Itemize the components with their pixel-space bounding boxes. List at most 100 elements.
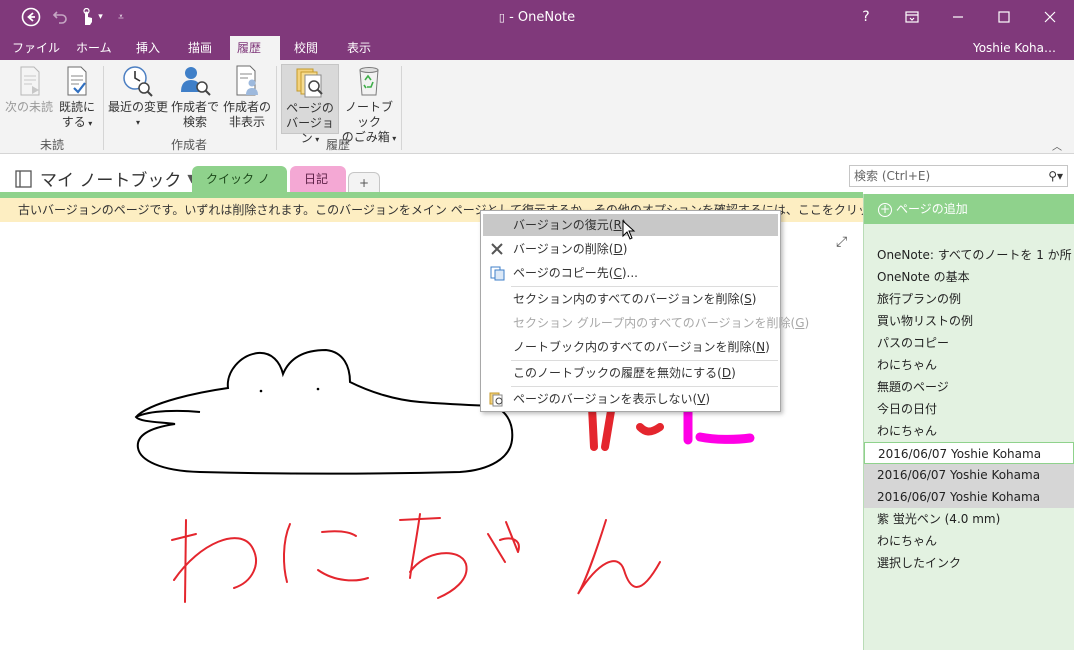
menu-delete-notebook-key: N <box>756 340 766 354</box>
notebook-bar: マイ ノートブック ▼ クイック ノート 日記 + 検索 (Ctrl+E) ⚲▾ <box>0 154 1074 212</box>
page-versions-label-1: ページの <box>286 101 334 115</box>
minimize-button[interactable] <box>935 4 981 30</box>
page-list-item[interactable]: 買い物リストの例 <box>864 310 1074 332</box>
hide-authors-button[interactable]: 作成者の 非表示 <box>222 64 272 134</box>
hide-author-label-1: 作成者の <box>222 100 271 114</box>
notebook-recycle-bin-button[interactable]: ノートブック のごみ箱 ▾ <box>341 64 397 144</box>
menu-delete-key: D <box>613 242 623 256</box>
page-list-item[interactable]: 紫 蛍光ペン (4.0 mm) <box>864 508 1074 530</box>
menu-delete-notebook-label: ノートブック内のすべてのバージョンを削除( <box>513 340 757 354</box>
title-bar: ▾ ⩡ ▯ - OneNote ? <box>0 0 1074 36</box>
page-list-item[interactable]: 旅行プランの例 <box>864 288 1074 310</box>
add-section-button[interactable]: + <box>348 172 380 194</box>
page-versions-button[interactable]: ページの バージョン ▾ <box>281 64 339 145</box>
menu-delete-version[interactable]: バージョンの削除(D) <box>483 238 778 260</box>
tab-file[interactable]: ファイル <box>2 36 70 60</box>
menu-delete-all-section-group: セクション グループ内のすべてのバージョンを削除(G) <box>513 316 810 330</box>
page-list-item[interactable]: 選択したインク <box>864 552 1074 574</box>
group-unread-label: 未読 <box>39 138 64 152</box>
menu-delete-group-label: セクション グループ内のすべてのバージョンを削除( <box>513 316 796 330</box>
mark-read-label-2: する <box>61 115 86 129</box>
notebook-icon <box>15 169 32 188</box>
tab-view[interactable]: 表示 <box>337 36 381 60</box>
section-tab-quick-notes[interactable]: クイック ノート <box>192 166 287 212</box>
next-unread-icon <box>12 64 46 98</box>
notebook-picker[interactable]: マイ ノートブック ▼ <box>14 166 196 191</box>
menu-delete-label: バージョンの削除( <box>513 242 614 256</box>
person-search-icon <box>178 64 212 98</box>
recycle-bin-icon <box>352 64 386 98</box>
page-version-item[interactable]: 2016/06/07 Yoshie Kohama <box>864 486 1074 508</box>
menu-separator <box>511 386 778 387</box>
page-list-item[interactable]: OneNote の基本 <box>864 266 1074 288</box>
recent-changes-button[interactable]: 最近の変更 ▾ <box>108 64 168 134</box>
menu-disable-history-label: このノートブックの履歴を無効にする( <box>513 366 722 380</box>
page-list-item[interactable]: わにちゃん <box>864 420 1074 442</box>
recycle-label-1: ノートブック <box>344 100 393 129</box>
tab-history[interactable]: 履歴 <box>230 36 280 60</box>
find-author-label-1: 作成者で <box>170 100 219 114</box>
chevron-down-icon: ▾ <box>85 119 93 128</box>
tab-home[interactable]: ホーム <box>66 36 122 60</box>
mark-as-read-button[interactable]: 既読に する ▾ <box>56 64 98 134</box>
menu-disable-history[interactable]: このノートブックの履歴を無効にする(D) <box>483 362 778 384</box>
page-list-item[interactable]: 無題のページ <box>864 376 1074 398</box>
menu-delete-all-section[interactable]: セクション内のすべてのバージョンを削除(S) <box>483 288 778 310</box>
window-title-text: - OneNote <box>509 10 576 25</box>
page-version-item[interactable]: 2016/06/07 Yoshie Kohama <box>864 464 1074 486</box>
close-button[interactable] <box>1027 4 1073 30</box>
mark-read-label-1: 既読に <box>58 100 95 114</box>
delete-x-icon <box>491 243 503 255</box>
menu-copy-label: ページのコピー先( <box>513 266 614 280</box>
menu-delete-section-label: セクション内のすべてのバージョンを削除( <box>513 292 745 306</box>
find-by-author-button[interactable]: 作成者で 検索 <box>170 64 220 134</box>
ribbon-display-icon <box>905 11 919 23</box>
menu-delete-group-key: G <box>795 316 805 330</box>
page-versions-icon <box>489 392 503 407</box>
mouse-cursor-icon <box>622 220 636 240</box>
collapse-ribbon-button[interactable]: ︿ <box>1052 138 1062 153</box>
add-page-button[interactable]: + ページの追加 <box>864 194 1074 224</box>
page-versions-icon <box>293 65 327 99</box>
page-list-item[interactable]: わにちゃん <box>864 530 1074 552</box>
user-name[interactable]: Yoshie Koha… <box>973 36 1056 60</box>
ribbon-tab-bar: ファイル ホーム 挿入 描画 履歴 校閲 表示 Yoshie Koha… <box>0 36 1074 60</box>
page-list-item[interactable]: パスのコピー <box>864 332 1074 354</box>
ribbon-display-button[interactable] <box>889 4 935 30</box>
group-separator <box>276 66 277 150</box>
section-tab-diary[interactable]: 日記 <box>290 166 346 194</box>
menu-copy-page-to[interactable]: ページのコピー先(C)... <box>483 262 778 284</box>
search-input[interactable]: 検索 (Ctrl+E) <box>854 169 930 183</box>
menu-restore-key: R <box>613 218 622 232</box>
tab-draw[interactable]: 描画 <box>178 36 222 60</box>
hide-authors-icon <box>230 64 264 98</box>
version-context-menu: バージョンの復元(R) バージョンの削除(D) ページのコピー先(C)... セ… <box>480 210 810 412</box>
clock-search-icon <box>121 64 155 98</box>
plus-circle-icon: + <box>878 201 892 217</box>
menu-disable-history-key: D <box>721 366 732 380</box>
menu-hide-page-versions[interactable]: ページのバージョンを表示しない(V) <box>483 388 778 410</box>
tab-insert[interactable]: 挿入 <box>126 36 170 60</box>
group-separator <box>401 66 402 150</box>
menu-restore-label: バージョンの復元( <box>513 218 614 232</box>
close-icon <box>1044 11 1056 23</box>
help-button[interactable]: ? <box>843 4 889 30</box>
menu-hide-versions-label: ページのバージョンを表示しない( <box>513 392 698 406</box>
maximize-button[interactable] <box>981 4 1027 30</box>
page-list-item[interactable]: 今日の日付 <box>864 398 1074 420</box>
menu-copy-key: C <box>613 266 622 280</box>
menu-delete-all-notebook[interactable]: ノートブック内のすべてのバージョンを削除(N) <box>483 336 778 358</box>
page-list-item[interactable]: わにちゃん <box>864 354 1074 376</box>
page-version-item-selected[interactable]: 2016/06/07 Yoshie Kohama <box>864 442 1074 464</box>
next-unread-label: 次の未読 <box>4 100 53 114</box>
search-icon[interactable]: ⚲▾ <box>1048 166 1063 186</box>
tab-review[interactable]: 校閲 <box>284 36 328 60</box>
next-unread-button[interactable]: 次の未読 <box>4 64 54 134</box>
help-icon: ? <box>862 9 870 25</box>
group-author-label: 作成者 <box>170 138 207 152</box>
menu-hide-versions-key: V <box>697 392 706 406</box>
page-list-item[interactable]: OneNote: すべてのノートを 1 か所 <box>864 244 1074 266</box>
search-box[interactable]: 検索 (Ctrl+E) ⚲▾ <box>849 165 1068 187</box>
notebook-icon: ▯ <box>498 11 505 24</box>
notebook-name: マイ ノートブック <box>40 171 182 191</box>
